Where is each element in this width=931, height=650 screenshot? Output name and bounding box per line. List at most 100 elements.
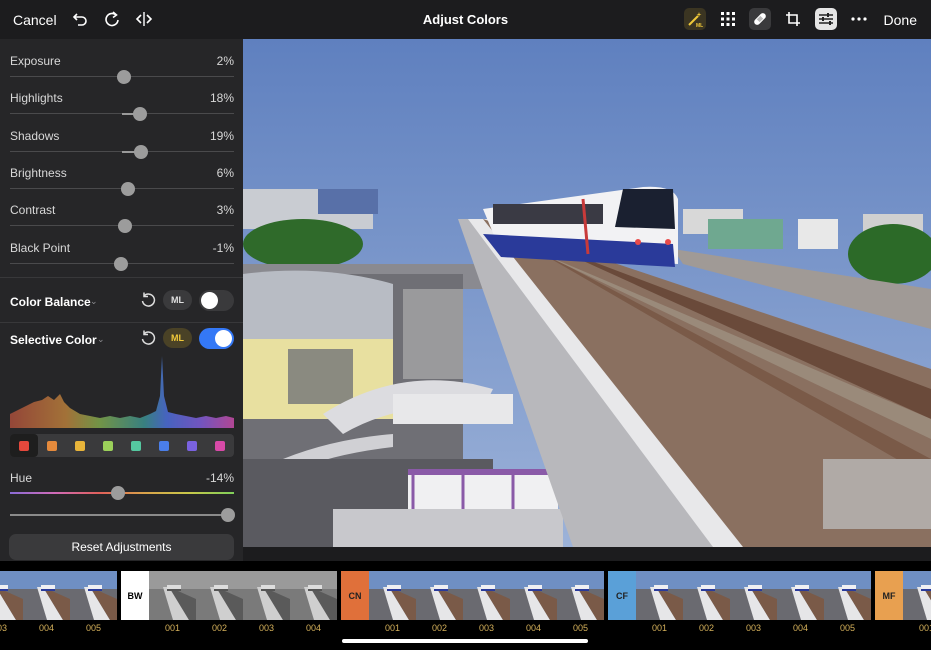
slider-label: Shadows [10,128,60,143]
filter-thumbnail[interactable] [23,571,70,620]
filter-thumbnail[interactable] [730,571,777,620]
grid-icon[interactable] [717,8,739,30]
swatch-chip [131,440,141,451]
more-icon[interactable] [848,8,870,30]
color-swatch[interactable] [150,434,178,457]
cancel-button[interactable]: Cancel [13,12,57,28]
filter-thumbnail[interactable] [369,571,416,620]
slider-exposure[interactable]: Exposure 2% [0,42,243,84]
ml-button[interactable]: ML [163,290,192,310]
swatch-chip [19,440,29,451]
filter-thumbnail[interactable] [557,571,604,620]
saturation-slider-knob[interactable] [221,508,235,522]
filter-thumbnail[interactable] [683,571,730,620]
slider-highlights[interactable]: Highlights 18% [0,79,243,122]
filter-thumbnail[interactable] [636,571,683,620]
slider-label: Contrast [10,203,56,218]
reset-adjustments-button[interactable]: Reset Adjustments [9,534,234,560]
color-balance-header[interactable]: Color Balance ⌄ ML [0,281,243,321]
adjust-sliders-icon[interactable] [815,8,837,30]
magic-wand-ml-icon[interactable]: ML [684,8,706,30]
filter-thumbnail[interactable] [777,571,824,620]
filter-thumbnail[interactable] [903,571,931,620]
filter-group-tag[interactable]: CF [608,571,636,620]
slider-label: Brightness [10,165,67,180]
slider-value: 2% [216,54,234,68]
swatch-chip [103,440,113,451]
filter-number: 005 [85,623,102,633]
slider-contrast[interactable]: Contrast 3% [0,191,243,234]
filter-thumbnail[interactable] [149,571,196,620]
done-button[interactable]: Done [884,12,917,28]
swatch-chip [215,440,225,451]
saturation-track[interactable] [10,514,234,516]
hue-label: Hue [10,471,33,485]
filter-number: 001 [384,623,401,633]
filter-thumbnail[interactable] [290,571,337,620]
bandage-icon[interactable] [749,8,771,30]
filter-number: 002 [431,623,448,633]
crop-icon[interactable] [782,8,804,30]
filter-thumbnail[interactable] [510,571,557,620]
color-swatch[interactable] [206,434,234,457]
slider-black-point[interactable]: Black Point -1% [0,229,243,271]
redo-icon[interactable] [101,8,123,30]
slider-knob[interactable] [114,256,128,271]
slider-value: 19% [209,128,234,143]
filter-number: 003 [745,623,762,633]
selective-color-title: Selective Color [10,333,97,347]
filter-number: 001 [651,623,668,633]
filter-number: 005 [839,623,856,633]
toggle-thumb [201,292,218,309]
divider [0,277,243,278]
color-balance-toggle[interactable] [199,290,234,311]
filter-thumbnail[interactable] [70,571,117,620]
filter-thumbnail[interactable] [416,571,463,620]
canvas-footer [243,547,931,561]
compare-icon[interactable] [133,8,155,30]
home-indicator [342,639,588,643]
filter-group-tag[interactable]: BW [121,571,149,620]
filter-thumbnail[interactable] [0,571,23,620]
slider-shadows[interactable]: Shadows 19% [0,117,243,159]
filter-number: 005 [572,623,589,633]
filter-number: 004 [792,623,809,633]
filter-group-tag[interactable]: MF [875,571,903,620]
filter-thumbnail[interactable] [196,571,243,620]
adjustments-panel: Exposure 2% Highlights 18% Shadows 19% Brightn… [0,39,243,561]
hue-value: -14% [205,471,234,485]
slider-value: -1% [212,240,234,255]
filter-group-tag[interactable]: CN [341,571,369,620]
filter-number: 001 [918,623,931,633]
slider-brightness[interactable]: Brightness 6% [0,154,243,196]
selective-color-header[interactable]: Selective Color ⌄ ML [0,319,243,359]
color-swatch[interactable] [122,434,150,457]
filter-filmstrip[interactable]: 003 004 005 BW 001 002 003 004 CN 001 002 003 004 005… [0,561,931,650]
hue-slider-row: Hue -14% [0,467,243,527]
hue-slider-knob[interactable] [110,486,125,500]
filter-number: 004 [38,623,55,633]
top-toolbar: Cancel Adjust Colors ML Done [0,0,931,39]
color-swatch[interactable] [10,434,38,457]
selective-color-toggle[interactable] [199,328,234,349]
filter-thumbnail[interactable] [824,571,871,620]
train-photo [243,39,931,547]
undo-icon[interactable] [69,8,91,30]
slider-value: 3% [216,203,234,218]
color-swatch[interactable] [94,434,122,457]
color-swatch[interactable] [178,434,206,457]
ml-button[interactable]: ML [163,328,192,348]
color-swatch[interactable] [38,434,66,457]
swatch-chip [47,440,57,451]
filter-number: 003 [258,623,275,633]
swatch-chip [187,440,197,451]
filter-thumbnail[interactable] [243,571,290,620]
reset-icon[interactable] [139,329,157,347]
reset-icon[interactable] [139,291,157,309]
filter-number: 002 [211,623,228,633]
filter-thumbnail[interactable] [463,571,510,620]
color-swatch[interactable] [66,434,94,457]
slider-value: 18% [209,91,234,106]
photo-canvas[interactable] [243,39,931,547]
slider-label: Exposure [10,54,61,68]
